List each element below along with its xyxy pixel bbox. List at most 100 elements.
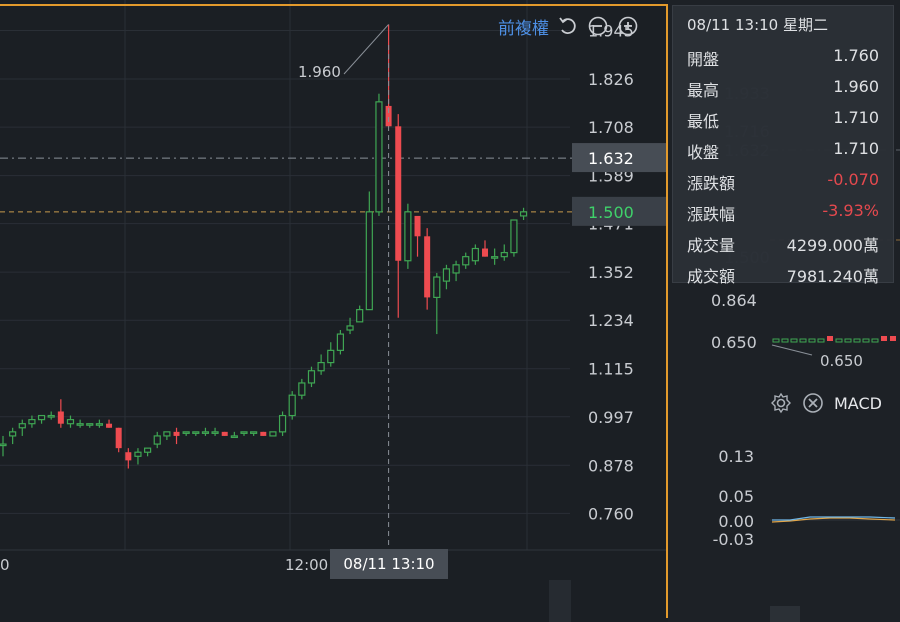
candle-body-up [365,211,373,311]
tooltip-row: 成交量 4299.000萬 [687,232,879,260]
macd-tick-label: 0.00 [718,512,754,531]
candle-body-up [433,276,441,299]
macd-indicator-header: MACD [770,390,882,416]
candle-body-up [471,247,479,262]
y-tick-label: 1.115 [588,360,634,379]
gear-icon[interactable] [770,392,792,414]
tooltip-row-label: 最低 [687,112,720,131]
side-scroll-handle [770,606,800,622]
candle-body-up [144,447,152,453]
crosshair-price-label: 1.632 [588,149,634,168]
candle-body-down [482,248,488,257]
tooltip-row: 漲跌額 -0.070 [687,170,879,198]
candle-body-up [0,443,7,447]
candle-body-up [462,256,470,266]
tooltip-row-value: 1.960 [833,77,879,96]
candle-body-up [288,394,296,417]
adjust-price-button[interactable]: 前複權 [498,14,549,39]
candle-body-up [307,370,316,384]
candle-body-up [491,256,499,259]
candle-body-up [95,423,104,426]
zoom-in-icon[interactable] [617,15,639,37]
chart-toolbar: 前複權 [498,12,639,40]
candle-body-up [76,423,84,426]
tooltip-row-label: 漲跌額 [687,174,736,193]
candle-body-up [230,435,238,439]
high-annotation: 1.960 [298,63,341,81]
tooltip-row-value: -0.070 [827,170,879,189]
candle-body-up [510,219,518,254]
side-price-tick: 0.864 [711,291,757,310]
candle-body-up [211,431,219,434]
candle-body-down [173,431,180,436]
tooltip-row-value: -3.93% [822,201,879,220]
last-price-label: 1.500 [588,203,634,222]
tooltip-row-label: 收盤 [687,143,720,162]
tooltip-row: 最高 1.960 [687,77,879,105]
candle-body-up [452,264,460,274]
candle-body-up [66,419,75,425]
tooltip-row: 最低 1.710 [687,108,879,136]
tooltip-row-label: 成交量 [687,236,736,255]
candle-body-down [424,236,431,298]
side-mini-candle [890,336,896,341]
candle-body-up [442,268,451,282]
y-tick-label: 0.760 [588,504,634,523]
candle-body-up [250,431,258,434]
side-price-tick: 0.650 [711,333,757,352]
y-tick-label: 1.708 [588,118,634,137]
zoom-out-icon[interactable] [587,15,609,37]
tooltip-row-value: 1.710 [833,108,879,127]
stock-chart-app: 1.9451.8261.7081.5891.4711.3521.2341.115… [0,0,900,622]
y-tick-label: 1.352 [588,263,634,282]
candle-body-down [414,215,421,237]
tooltip-row: 漲跌幅 -3.93% [687,201,879,229]
candle-body-down [125,452,132,461]
scroll-handle [549,580,571,622]
candle-body-up [278,414,287,433]
candle-body-down [57,411,64,424]
candle-body-down [106,423,113,428]
low-annotation: 0.650 [820,352,863,370]
candle-body-up [182,431,190,434]
crosshair-time-label: 08/11 13:10 [330,549,448,579]
tooltip-row-value: 1.760 [833,46,879,65]
tooltip-row-value: 4299.000萬 [786,236,879,255]
plot-background [0,0,668,622]
candle-body-down [221,431,228,436]
candle-body-up [134,451,142,457]
candle-body-up [153,435,161,445]
candle-body-up [163,431,171,437]
macd-tick-label: 0.05 [718,487,754,506]
side-mini-candle [881,336,887,341]
candle-body-up [375,101,383,213]
candle-body-up [336,333,344,351]
tooltip-datetime: 08/11 13:10 星期二 [687,16,828,34]
candle-body-down [115,427,122,449]
tooltip-row-value: 7981.240萬 [786,267,879,286]
candle-body-up [500,251,508,258]
candle-body-down [395,126,402,261]
candle-body-up [519,211,528,217]
candle-body-up [298,382,306,396]
candle-body-up [9,431,17,437]
x-tick-left: 0 [0,556,10,574]
candle-body-up [47,414,55,418]
candle-body-up [346,325,354,331]
candle-body-down [260,431,267,436]
y-tick-label: 1.826 [588,70,634,89]
tooltip-row-label: 漲跌幅 [687,205,736,224]
candle-body-up [269,431,277,437]
tooltip-row: 開盤 1.760 [687,46,879,74]
ohlc-tooltip: 08/11 13:10 星期二 開盤 1.760 最高 1.960 最低 1.710 收盤 1… [672,5,894,286]
y-tick-label: 0.878 [588,456,634,475]
candle-body-up [37,414,46,421]
candle-body-up [86,423,94,426]
candle-body-up [18,423,26,429]
tooltip-row-label: 成交額 [687,267,736,286]
candle-body-up [201,431,210,434]
side-mini-candle [827,336,833,341]
undo-icon[interactable] [557,15,579,37]
candle-body-up [192,431,200,434]
close-icon[interactable] [802,392,824,414]
